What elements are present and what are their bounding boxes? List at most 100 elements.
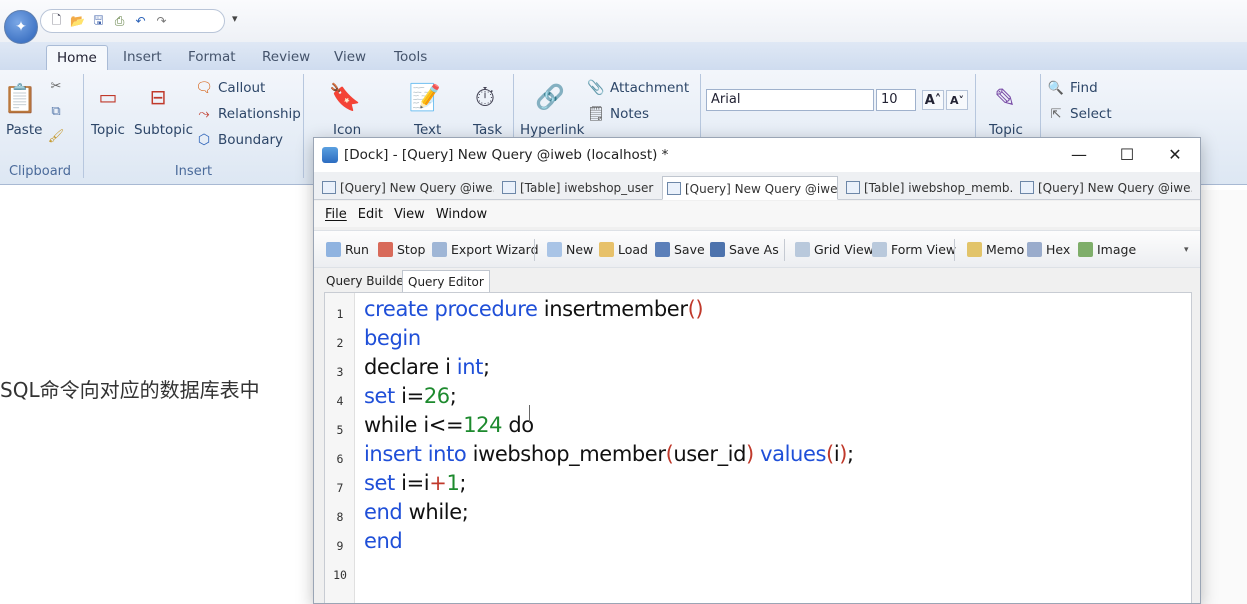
query-icon <box>322 181 336 194</box>
topic-button[interactable]: Topic <box>91 122 125 138</box>
hex-label: Hex <box>1046 242 1071 257</box>
menu-file[interactable]: File <box>325 207 347 222</box>
doc-tab-query-active[interactable]: [Query] New Query @iwe... <box>662 176 838 200</box>
subtopic-icon[interactable]: ⊟ <box>145 84 171 110</box>
export-wizard-button[interactable]: Export Wizard <box>432 242 539 257</box>
doc-tab-table-member[interactable]: [Table] iwebshop_memb... <box>842 176 1012 200</box>
undo-icon[interactable]: ↶ <box>133 14 148 29</box>
attachment-button[interactable]: Attachment <box>610 80 689 96</box>
callout-button[interactable]: Callout <box>218 80 265 96</box>
menu-view[interactable]: View <box>394 207 425 222</box>
new-document-icon[interactable]: 🗋 <box>49 13 64 29</box>
tab-query-builder[interactable]: Query Builder <box>321 270 414 292</box>
app-menu-button[interactable]: ✦ <box>4 10 38 44</box>
code-text: declare i <box>364 355 457 379</box>
hyperlink-icon[interactable]: 🔗 <box>533 82 567 112</box>
form-view-button[interactable]: Form View <box>872 242 956 257</box>
font-size-select[interactable]: 10 <box>876 89 916 111</box>
doc-tab-table-user[interactable]: [Table] iwebshop_user ... <box>498 176 658 200</box>
subtopic-button[interactable]: Subtopic <box>134 122 193 138</box>
toolbar-divider <box>784 239 785 261</box>
code-keyword: end <box>364 529 403 553</box>
code-text: ; <box>459 471 467 495</box>
find-button[interactable]: Find <box>1070 80 1098 96</box>
code-text: ; <box>847 442 854 466</box>
topic-style-button[interactable]: Topic <box>989 122 1023 138</box>
notes-button[interactable]: Notes <box>610 106 649 122</box>
select-button[interactable]: Select <box>1070 106 1112 122</box>
code-line-1: create procedure insertmember() <box>364 297 704 321</box>
tab-format[interactable]: Format <box>188 45 236 70</box>
load-button[interactable]: Load <box>599 242 648 257</box>
boundary-icon[interactable]: ⬡ <box>196 132 212 148</box>
save-as-icon <box>710 242 725 257</box>
stop-icon <box>378 242 393 257</box>
image-label: Image <box>1097 242 1137 257</box>
maximize-button[interactable]: ☐ <box>1112 142 1142 168</box>
tab-insert[interactable]: Insert <box>123 45 162 70</box>
hyperlink-button[interactable]: Hyperlink <box>520 122 584 138</box>
paste-icon[interactable]: 📋 <box>3 80 38 116</box>
save-button[interactable]: Save <box>655 242 705 257</box>
tab-review[interactable]: Review <box>262 45 310 70</box>
select-cursor-icon[interactable]: ⇱ <box>1048 106 1064 122</box>
tab-view[interactable]: View <box>334 45 366 70</box>
open-folder-icon[interactable]: 📂 <box>70 14 85 29</box>
sql-editor[interactable]: 1 2 3 4 5 6 7 8 9 10 create procedure in… <box>324 292 1192 603</box>
icon-button[interactable]: Icon <box>333 122 361 138</box>
toolbar-overflow-icon[interactable]: ▾ <box>1184 245 1189 255</box>
redo-icon[interactable]: ↷ <box>154 14 169 29</box>
icon-insert-icon[interactable]: 🔖 <box>329 80 361 116</box>
code-text: while; <box>402 500 469 524</box>
tab-query-editor[interactable]: Query Editor <box>402 270 490 292</box>
find-binoculars-icon[interactable]: 🔍 <box>1048 80 1064 96</box>
text-note-icon[interactable]: 📝 <box>409 80 441 116</box>
run-button[interactable]: Run <box>326 242 369 257</box>
relationship-icon[interactable]: ⤳ <box>196 106 212 122</box>
line-number: 9 <box>336 539 344 553</box>
menu-edit[interactable]: Edit <box>358 207 383 222</box>
copy-icon[interactable]: ⧉ <box>48 103 64 119</box>
grow-font-icon[interactable]: A˄ <box>922 90 944 110</box>
font-family-select[interactable]: Arial <box>706 89 874 111</box>
cut-icon[interactable]: ✂ <box>48 78 64 94</box>
format-painter-icon[interactable]: 🖌 <box>48 128 65 144</box>
boundary-button[interactable]: Boundary <box>218 132 283 148</box>
code-line-2: begin <box>364 326 421 350</box>
save-as-button[interactable]: Save As <box>710 242 779 257</box>
code-line-6: insert into iwebshop_member (user_id) val… <box>364 442 854 466</box>
close-button[interactable]: ✕ <box>1160 142 1190 168</box>
topic-icon[interactable]: ▭ <box>95 84 121 110</box>
print-icon[interactable]: ⎙ <box>112 14 127 29</box>
task-clock-icon[interactable]: ⏱ <box>470 80 500 116</box>
tab-tools[interactable]: Tools <box>394 45 427 70</box>
image-button[interactable]: Image <box>1078 242 1136 257</box>
dock-title-bar[interactable]: [Dock] - [Query] New Query @iweb (localh… <box>314 138 1200 172</box>
line-number-gutter: 1 2 3 4 5 6 7 8 9 10 <box>325 293 355 603</box>
minimize-button[interactable]: — <box>1064 142 1094 168</box>
memo-button[interactable]: Memo <box>967 242 1024 257</box>
run-label: Run <box>345 242 369 257</box>
new-button[interactable]: New <box>547 242 593 257</box>
paste-button[interactable]: Paste <box>6 122 42 138</box>
notes-icon[interactable]: 🗒 <box>587 106 605 122</box>
save-icon[interactable]: 🖫 <box>91 13 106 29</box>
menu-window[interactable]: Window <box>436 207 487 222</box>
menu-bar: File Edit View Window <box>314 201 1200 227</box>
topic-style-icon[interactable]: ✎ <box>988 82 1022 116</box>
doc-tab-query-1[interactable]: [Query] New Query @iwe... <box>318 176 494 200</box>
grid-view-button[interactable]: Grid View <box>795 242 874 257</box>
tab-home[interactable]: Home <box>46 45 108 70</box>
stop-button[interactable]: Stop <box>378 242 425 257</box>
text-button[interactable]: Text <box>414 122 441 138</box>
attachment-icon[interactable]: 📎 <box>587 80 604 96</box>
customize-quick-access-icon[interactable]: ▾ <box>232 12 238 25</box>
load-folder-icon <box>599 242 614 257</box>
hex-button[interactable]: Hex <box>1027 242 1070 257</box>
doc-tab-label: [Query] New Query @iwe... <box>1038 181 1192 195</box>
doc-tab-query-3[interactable]: [Query] New Query @iwe... <box>1016 176 1192 200</box>
shrink-font-icon[interactable]: A˅ <box>946 90 968 110</box>
relationship-button[interactable]: Relationship <box>218 106 301 122</box>
task-button[interactable]: Task <box>473 122 502 138</box>
callout-icon[interactable]: 🗨 <box>195 80 213 96</box>
